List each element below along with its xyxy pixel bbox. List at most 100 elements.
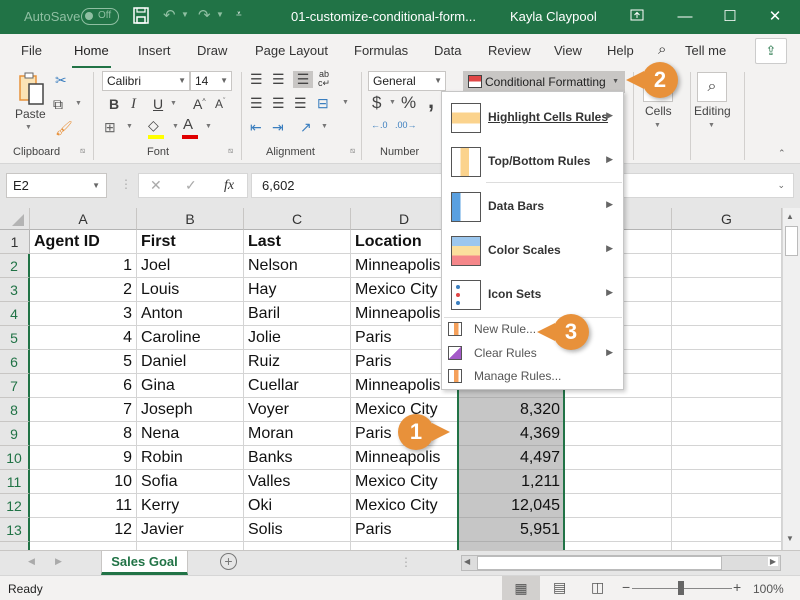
scroll-sheets-left-icon[interactable]: ◀	[28, 556, 35, 567]
cell-g4[interactable]	[672, 302, 782, 326]
tab-split-grip-icon[interactable]: ⋮	[400, 555, 412, 569]
borders-icon[interactable]: ⊞	[104, 119, 116, 136]
cell-e10[interactable]: 4,497	[458, 446, 565, 470]
menu-item-new-rule[interactable]: New Rule...	[442, 318, 623, 341]
cells-button[interactable]: Cells	[645, 104, 672, 118]
menu-item-clear-rules[interactable]: Clear Rules ▶	[442, 342, 623, 365]
cell-a12[interactable]: 11	[30, 494, 137, 518]
bold-icon[interactable]: B	[109, 96, 119, 112]
share-button[interactable]: ⇪	[755, 38, 787, 64]
name-box[interactable]: E2 ▼	[6, 173, 107, 198]
row-header-9[interactable]: 9	[0, 422, 30, 446]
align-left-icon[interactable]: ☰	[250, 95, 263, 112]
cell-partial[interactable]	[30, 542, 137, 550]
merge-dropdown-icon[interactable]: ▼	[342, 99, 349, 106]
cell-c8[interactable]: Voyer	[244, 398, 351, 422]
cell-partial[interactable]	[244, 542, 351, 550]
cell-e8[interactable]: 8,320	[458, 398, 565, 422]
cell-e11[interactable]: 1,211	[458, 470, 565, 494]
row-header-12[interactable]: 12	[0, 494, 30, 518]
cell-d12[interactable]: Mexico City	[351, 494, 458, 518]
row-header-2[interactable]: 2	[0, 254, 30, 278]
cell-g2[interactable]	[672, 254, 782, 278]
font-name-combo[interactable]: Calibri ▼	[102, 71, 190, 91]
fill-color-dropdown-icon[interactable]: ▼	[172, 123, 179, 130]
scroll-down-icon[interactable]: ▼	[786, 534, 794, 543]
format-painter-icon[interactable]: 🖌	[55, 120, 73, 137]
tab-insert[interactable]: Insert	[138, 43, 171, 58]
cell-f11[interactable]	[565, 470, 672, 494]
paste-dropdown-icon[interactable]: ▼	[25, 124, 32, 131]
cell-g5[interactable]	[672, 326, 782, 350]
cancel-icon[interactable]: ✕	[150, 174, 162, 197]
orientation-dropdown-icon[interactable]: ▼	[321, 123, 328, 130]
cell-a2[interactable]: 1	[30, 254, 137, 278]
decrease-indent-icon[interactable]: ⇤	[250, 119, 262, 136]
column-header-a[interactable]: A	[30, 208, 137, 230]
cell-b6[interactable]: Daniel	[137, 350, 244, 374]
menu-item-manage-rules[interactable]: Manage Rules...	[442, 365, 623, 388]
increase-decimal-icon[interactable]: ←.0	[371, 120, 388, 130]
underline-icon[interactable]: U	[153, 96, 163, 112]
borders-dropdown-icon[interactable]: ▼	[126, 123, 133, 130]
cell-partial[interactable]	[458, 542, 565, 550]
cell-e13[interactable]: 5,951	[458, 518, 565, 542]
cell-a13[interactable]: 12	[30, 518, 137, 542]
redo-icon[interactable]: ↷	[198, 6, 211, 24]
merge-center-icon[interactable]: ⊟	[317, 95, 329, 112]
cell-partial[interactable]	[137, 542, 244, 550]
cell-b10[interactable]: Robin	[137, 446, 244, 470]
font-launcher-icon[interactable]: ⧅	[228, 146, 233, 156]
cell-a5[interactable]: 4	[30, 326, 137, 350]
worksheet-grid[interactable]: A B C D E F G 1Agent IDFirstLastLocation…	[0, 208, 782, 550]
cell-c12[interactable]: Oki	[244, 494, 351, 518]
align-middle-icon[interactable]: ☰	[272, 71, 285, 88]
search-icon[interactable]: ⌕	[658, 41, 666, 58]
editing-button[interactable]: Editing	[694, 104, 731, 118]
column-header-b[interactable]: B	[137, 208, 244, 230]
cell-a9[interactable]: 8	[30, 422, 137, 446]
scroll-right-icon[interactable]: ▶	[767, 557, 778, 566]
cell-e9[interactable]: 4,369	[458, 422, 565, 446]
cell-b3[interactable]: Louis	[137, 278, 244, 302]
row-header-11[interactable]: 11	[0, 470, 30, 494]
cell-g8[interactable]	[672, 398, 782, 422]
cut-icon[interactable]: ✂	[55, 72, 67, 89]
cell-b9[interactable]: Nena	[137, 422, 244, 446]
enter-icon[interactable]: ✓	[185, 174, 197, 197]
editing-dropdown-icon[interactable]: ▼	[708, 122, 715, 129]
tab-draw[interactable]: Draw	[197, 43, 227, 58]
cell-f12[interactable]	[565, 494, 672, 518]
cell-a8[interactable]: 7	[30, 398, 137, 422]
row-header-1[interactable]: 1	[0, 230, 30, 254]
select-all-button[interactable]	[0, 208, 30, 230]
undo-dropdown-icon[interactable]: ▼	[181, 10, 189, 19]
fill-color-icon[interactable]: ◇	[148, 117, 164, 139]
cell-g6[interactable]	[672, 350, 782, 374]
cell-b13[interactable]: Javier	[137, 518, 244, 542]
cell-c1[interactable]: Last	[244, 230, 351, 254]
cell-partial[interactable]	[565, 542, 672, 550]
align-center-icon[interactable]: ☰	[272, 95, 285, 112]
cells-dropdown-icon[interactable]: ▼	[654, 122, 661, 129]
cell-c2[interactable]: Nelson	[244, 254, 351, 278]
cell-f10[interactable]	[565, 446, 672, 470]
cell-c9[interactable]: Moran	[244, 422, 351, 446]
tab-formulas[interactable]: Formulas	[354, 43, 408, 58]
row-header-8[interactable]: 8	[0, 398, 30, 422]
cell-partial[interactable]	[672, 542, 782, 550]
cell-a1[interactable]: Agent ID	[30, 230, 137, 254]
cell-b2[interactable]: Joel	[137, 254, 244, 278]
search-icon[interactable]: ⌕	[697, 72, 727, 102]
redo-dropdown-icon[interactable]: ▼	[216, 10, 224, 19]
cell-g3[interactable]	[672, 278, 782, 302]
row-header-3[interactable]: 3	[0, 278, 30, 302]
percent-icon[interactable]: %	[401, 93, 416, 113]
cell-f13[interactable]	[565, 518, 672, 542]
row-header-13[interactable]: 13	[0, 518, 30, 542]
number-format-combo[interactable]: General ▼	[368, 71, 446, 91]
scroll-up-icon[interactable]: ▲	[786, 212, 794, 221]
tab-file[interactable]: File	[21, 43, 42, 58]
cell-b8[interactable]: Joseph	[137, 398, 244, 422]
underline-dropdown-icon[interactable]: ▼	[170, 100, 177, 107]
